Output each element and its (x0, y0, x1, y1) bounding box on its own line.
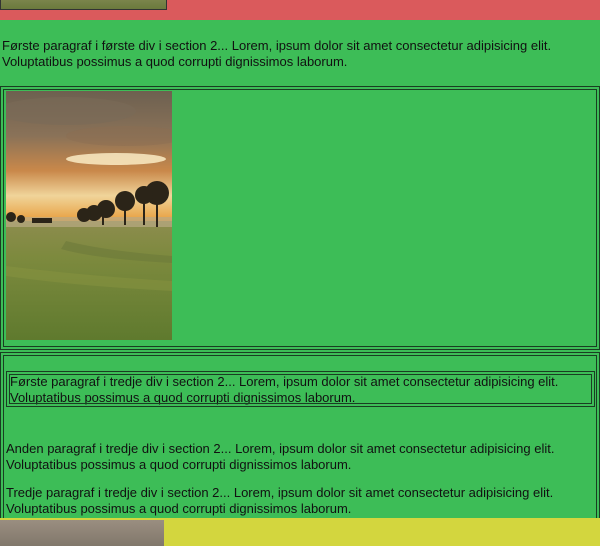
first-div-paragraph: Første paragraf i første div i section 2… (2, 38, 552, 69)
section-2: Første paragraf i første div i section 2… (0, 20, 600, 532)
sunset-landscape-image (6, 91, 172, 340)
third-div-paragraph-3: Tredje paragraf i tredje div i section 2… (6, 485, 554, 516)
third-div-paragraph-2: Anden paragraf i tredje div i section 2.… (6, 441, 555, 472)
third-div-first-paragraph-box: Første paragraf i tredje div i section 2… (6, 371, 595, 407)
bottom-section-image (0, 520, 164, 546)
bottom-section (0, 518, 600, 546)
second-div-image-container (0, 86, 600, 350)
third-div: Første paragraf i tredje div i section 2… (0, 352, 600, 532)
third-div-paragraph-1: Første paragraf i tredje div i section 2… (10, 374, 559, 405)
top-section-image (0, 0, 167, 10)
top-section (0, 0, 600, 20)
